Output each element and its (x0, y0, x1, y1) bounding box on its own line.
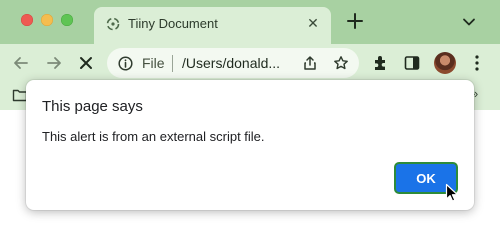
ok-button-label: OK (416, 170, 436, 186)
tab-search-chevron-icon[interactable] (462, 15, 476, 29)
info-icon[interactable] (118, 56, 133, 71)
tab-title: Tiiny Document (128, 16, 218, 31)
maximize-window-button[interactable] (61, 14, 73, 26)
close-window-button[interactable] (21, 14, 33, 26)
dialog-title: This page says (42, 98, 143, 115)
url-text[interactable]: /Users/donald... (182, 55, 294, 71)
minimize-window-button[interactable] (41, 14, 53, 26)
alert-dialog: This page says This alert is from an ext… (26, 80, 474, 210)
title-bar: Tiiny Document ✕ (0, 0, 500, 44)
star-icon[interactable] (333, 55, 349, 71)
stop-icon[interactable] (76, 53, 96, 73)
tab-close-icon[interactable]: ✕ (305, 15, 321, 31)
side-panel-icon[interactable] (404, 55, 420, 71)
tiiny-favicon-icon (106, 17, 120, 31)
forward-icon[interactable] (44, 53, 64, 73)
tab-tiiny-document[interactable]: Tiiny Document ✕ (94, 7, 331, 44)
share-icon[interactable] (302, 55, 318, 71)
new-tab-icon[interactable] (346, 12, 364, 30)
mouse-pointer-icon (445, 183, 458, 202)
back-icon[interactable] (11, 53, 31, 73)
avatar[interactable] (434, 52, 456, 74)
extensions-icon[interactable] (372, 54, 390, 72)
dialog-message: This alert is from an external script fi… (42, 129, 265, 144)
kebab-menu-icon[interactable] (473, 54, 481, 72)
address-bar[interactable]: File /Users/donald... (107, 48, 359, 78)
address-separator (172, 55, 173, 72)
toolbar: File /Users/donald... (0, 44, 500, 82)
scheme-label: File (142, 55, 165, 71)
